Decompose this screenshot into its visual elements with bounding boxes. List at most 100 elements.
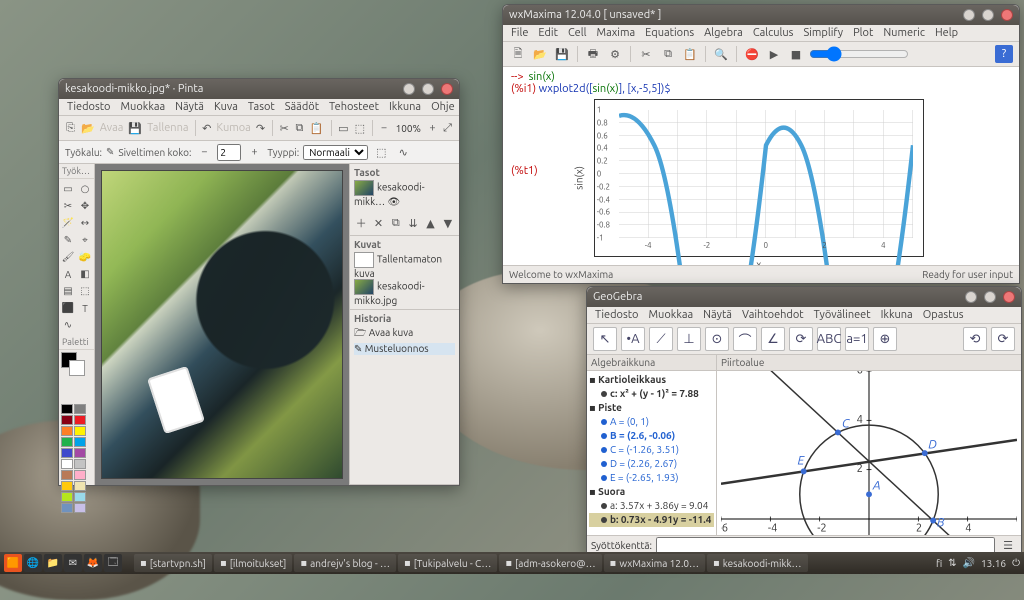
network-icon[interactable]: ⇅ xyxy=(948,557,956,569)
transform-tool-icon[interactable]: ⟳ xyxy=(789,327,813,351)
tool-icon[interactable]: A xyxy=(60,266,76,282)
zoom-in-icon[interactable]: + xyxy=(427,119,438,137)
tool-icon[interactable]: ○ xyxy=(77,181,93,197)
point-tool-icon[interactable]: •A xyxy=(621,327,645,351)
tool-icon[interactable]: ⬛ xyxy=(60,300,76,316)
help-icon[interactable]: ? xyxy=(995,45,1013,63)
color-swatch[interactable] xyxy=(74,426,86,436)
taskbar-task[interactable]: ▪[adm-asokero@… xyxy=(499,554,601,572)
menu-item[interactable]: File xyxy=(511,27,528,39)
launcher-icon[interactable]: 🟧 xyxy=(4,554,22,572)
tool-icon[interactable]: ∿ xyxy=(60,317,76,333)
menu-item[interactable]: Help xyxy=(935,27,958,39)
save-icon[interactable]: 💾 xyxy=(553,45,571,63)
color-swatch[interactable] xyxy=(61,459,73,469)
menu-item[interactable]: Maxima xyxy=(597,27,636,39)
find-icon[interactable]: 🔍 xyxy=(712,45,730,63)
history-row[interactable]: ✎ Musteluonnos xyxy=(354,343,455,355)
open-icon[interactable]: 📂 xyxy=(80,119,96,137)
text-tool-icon[interactable]: ABC xyxy=(817,327,841,351)
tool-icon[interactable]: ▭ xyxy=(60,181,76,197)
menu-item[interactable]: Edit xyxy=(538,27,558,39)
zoom-out-icon[interactable]: − xyxy=(379,119,390,137)
menu-item[interactable]: Plot xyxy=(853,27,873,39)
pinta-canvas[interactable] xyxy=(95,164,349,485)
copy-icon[interactable]: ⧉ xyxy=(659,45,677,63)
play-icon[interactable]: ▶ xyxy=(765,45,783,63)
color-swatch[interactable] xyxy=(74,437,86,447)
volume-icon[interactable]: 🔊 xyxy=(963,557,975,569)
color-swatch[interactable] xyxy=(61,415,73,425)
history-row[interactable]: 🗁 Avaa kuva xyxy=(354,326,455,343)
tool-icon[interactable]: T xyxy=(77,300,93,316)
clock[interactable]: 13.16 xyxy=(981,558,1006,569)
brush-inc-icon[interactable]: + xyxy=(245,143,263,161)
zoom-value[interactable]: 100% xyxy=(394,123,423,134)
color-swatch[interactable] xyxy=(74,492,86,502)
launcher-icon[interactable]: ✉ xyxy=(64,554,82,572)
color-swatch[interactable] xyxy=(61,470,73,480)
menu-item[interactable]: Työvälineet xyxy=(814,309,871,321)
tree-item-d[interactable]: D = (2.26, 2.67) xyxy=(589,457,714,471)
perp-tool-icon[interactable]: ⊥ xyxy=(677,327,701,351)
copy-icon[interactable]: ⧉ xyxy=(294,119,305,137)
launcher-icon[interactable]: 🌐 xyxy=(24,554,42,572)
color-swatch[interactable] xyxy=(74,481,86,491)
zoom-fit-icon[interactable]: ⤢ xyxy=(442,119,453,137)
brush-dec-icon[interactable]: − xyxy=(195,143,213,161)
tree-item-a[interactable]: A = (0, 1) xyxy=(589,415,714,429)
pan-tool-icon[interactable]: ⊕ xyxy=(873,327,897,351)
prefs-icon[interactable]: ⚙ xyxy=(606,45,624,63)
launcher-icon[interactable]: 🦊 xyxy=(84,554,102,572)
tool-icon[interactable]: ◧ xyxy=(77,266,93,282)
keyboard-indicator[interactable]: fi xyxy=(936,558,942,569)
max-button[interactable] xyxy=(984,291,996,303)
color-swatch[interactable] xyxy=(61,492,73,502)
arc-tool-icon[interactable]: ⌒ xyxy=(733,327,757,351)
tree-item-c[interactable]: c: x² + (y - 1)² = 7.88 xyxy=(589,387,714,401)
menu-item[interactable]: Ikkuna xyxy=(389,101,421,113)
taskbar-task[interactable]: ▪wxMaxima 12.0… xyxy=(604,554,705,572)
max-button[interactable] xyxy=(422,83,434,95)
print-icon[interactable]: 🖶 xyxy=(584,45,602,63)
paste-icon[interactable]: 📋 xyxy=(681,45,699,63)
undo-icon[interactable]: ⟲ xyxy=(963,327,987,351)
color-swatch[interactable] xyxy=(61,437,73,447)
cut-icon[interactable]: ✂ xyxy=(637,45,655,63)
cut-icon[interactable]: ✂ xyxy=(279,119,290,137)
max-button[interactable] xyxy=(982,9,994,21)
eye-icon[interactable]: 👁 xyxy=(387,196,400,207)
color-swatch[interactable] xyxy=(61,481,73,491)
min-button[interactable] xyxy=(965,291,977,303)
menu-item[interactable]: Simplify xyxy=(803,27,843,39)
min-button[interactable] xyxy=(403,83,415,95)
menu-item[interactable]: Tasot xyxy=(248,101,275,113)
wxmaxima-document[interactable]: --> sin(x) (%i1) wxplot2d([sin(x)], [x,-… xyxy=(503,67,1019,265)
brush-type-select[interactable]: Normaali xyxy=(303,145,368,160)
slider-tool-icon[interactable]: a=1 xyxy=(845,327,869,351)
close-button[interactable] xyxy=(441,83,453,95)
menu-item[interactable]: Cell xyxy=(568,27,587,39)
menu-item[interactable]: Ohje xyxy=(431,101,455,113)
tree-category[interactable]: ▪ Suora xyxy=(589,485,714,499)
menu-item[interactable]: Tiedosto xyxy=(595,309,638,321)
open-icon[interactable]: 📂 xyxy=(531,45,549,63)
brush-size-input[interactable] xyxy=(217,144,241,161)
geogebra-graph[interactable]: ABCDE -6-4-224 -2246 xyxy=(721,371,1017,535)
line-tool-icon[interactable]: ⟋ xyxy=(649,327,673,351)
color-swatch[interactable] xyxy=(74,470,86,480)
color-swatch[interactable] xyxy=(74,459,86,469)
menu-item[interactable]: Calculus xyxy=(753,27,794,39)
wave-icon[interactable]: ∿ xyxy=(394,143,412,161)
redo-icon[interactable]: ↷ xyxy=(255,119,266,137)
menu-item[interactable]: Kuva xyxy=(214,101,238,113)
image-row[interactable]: kesakoodi-mikko.jpg xyxy=(354,279,455,306)
tool-icon[interactable]: ▤ xyxy=(60,283,76,299)
color-swatch[interactable] xyxy=(61,448,73,458)
layer-del-icon[interactable]: ✕ xyxy=(371,214,385,232)
tree-category[interactable]: ▪ Kartioleikkaus xyxy=(589,373,714,387)
undo-icon[interactable]: ↶ xyxy=(201,119,212,137)
redo-icon[interactable]: ⟳ xyxy=(991,327,1015,351)
deselect-icon[interactable]: ⬚ xyxy=(354,119,366,137)
tool-icon[interactable]: ✎ xyxy=(60,232,76,248)
